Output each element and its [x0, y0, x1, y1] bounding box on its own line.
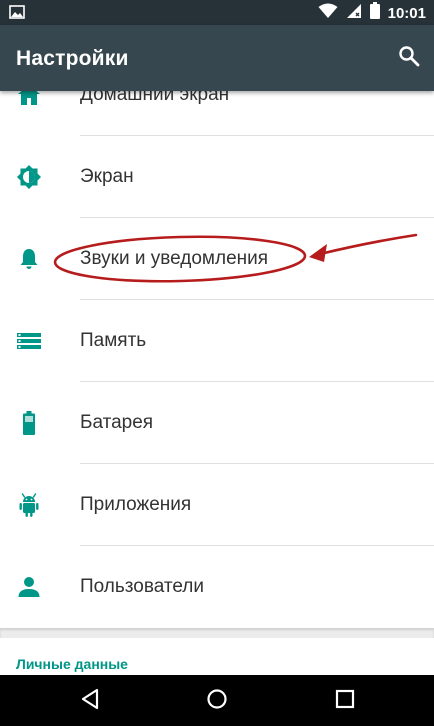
back-button[interactable]: [77, 688, 103, 714]
gallery-icon: [9, 5, 25, 24]
settings-list: Домашний экран Экран Звуки и уведомления: [0, 91, 434, 675]
settings-item-label: Память: [80, 330, 147, 351]
recents-icon: [335, 689, 355, 714]
settings-item-storage[interactable]: Память: [0, 300, 434, 382]
wifi-icon: [318, 3, 338, 24]
page-title: Настройки: [16, 47, 129, 70]
back-icon: [80, 688, 100, 715]
settings-item-label: Экран: [80, 166, 134, 187]
section-header: Личные данные: [16, 656, 128, 672]
home-icon: [16, 91, 42, 108]
settings-item-label: Звуки и уведомления: [80, 248, 269, 269]
brightness-icon: [16, 164, 42, 190]
search-icon: [398, 45, 420, 72]
navigation-bar: [0, 675, 434, 726]
settings-item-users[interactable]: Пользователи: [0, 546, 434, 628]
person-icon: [16, 574, 42, 600]
settings-item-label: Батарея: [80, 412, 154, 433]
settings-item-display[interactable]: Экран: [0, 136, 434, 218]
search-button[interactable]: [396, 45, 422, 71]
android-icon: [16, 492, 42, 518]
recents-button[interactable]: [332, 688, 358, 714]
bell-icon: [16, 246, 42, 272]
settings-item-label: Приложения: [80, 494, 192, 515]
settings-item-apps[interactable]: Приложения: [0, 464, 434, 546]
settings-item-label: Домашний экран: [80, 91, 230, 105]
home-button[interactable]: [204, 688, 230, 714]
storage-icon: [16, 328, 42, 354]
battery-icon: [16, 410, 42, 436]
section-separator: [0, 628, 434, 638]
app-toolbar: Настройки: [0, 25, 434, 91]
status-time: 10:01: [387, 4, 426, 22]
settings-item-battery[interactable]: Батарея: [0, 382, 434, 464]
settings-item-home-screen[interactable]: Домашний экран: [0, 91, 434, 136]
home-button-icon: [206, 688, 228, 715]
settings-item-label: Пользователи: [80, 576, 205, 597]
status-bar: 10:01: [0, 0, 434, 25]
signal-icon: [346, 3, 362, 24]
settings-item-sounds[interactable]: Звуки и уведомления: [0, 218, 434, 300]
battery-icon: [369, 2, 380, 24]
